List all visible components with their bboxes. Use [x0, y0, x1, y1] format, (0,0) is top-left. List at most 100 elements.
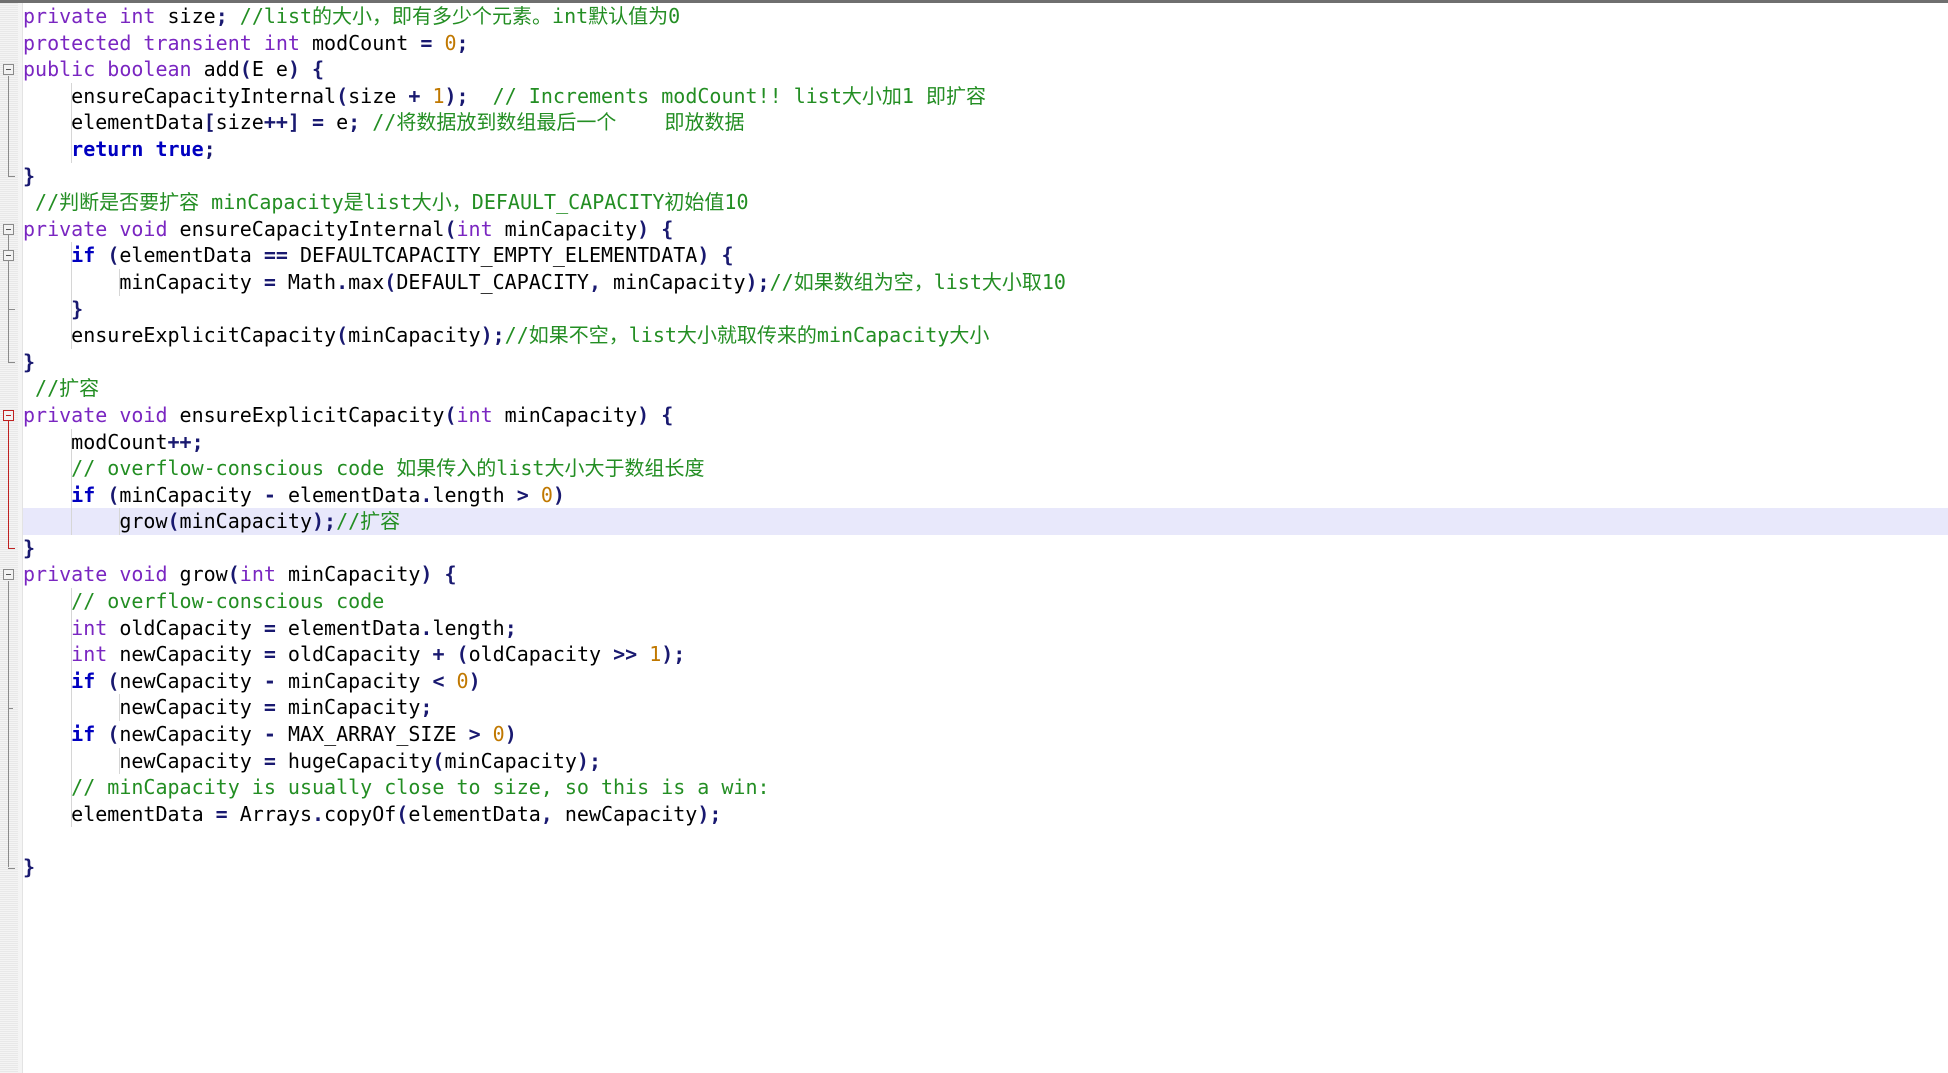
code-token-id [529, 483, 541, 507]
code-token-kw: void [119, 216, 168, 241]
code-token-id [131, 31, 143, 55]
code-token-kw: private [23, 402, 108, 427]
code-line[interactable]: elementData[size++] = e; //将数据放到数组最后一个 即… [23, 109, 1948, 136]
code-line[interactable] [23, 827, 1948, 854]
code-token-pn: = [263, 615, 276, 640]
code-token-pn: ); [697, 801, 722, 826]
code-token-pn: > [516, 482, 529, 507]
code-token-cm: //扩容 [23, 376, 100, 401]
code-token-id [107, 403, 119, 427]
code-token-kw: private [23, 562, 108, 587]
code-token-id: grow [167, 562, 228, 587]
code-line[interactable]: //判断是否要扩容 minCapacity是list大小，DEFAULT_CAP… [23, 189, 1948, 216]
code-token-id: Math [275, 269, 337, 294]
code-token-pn: ) [552, 482, 565, 507]
code-token-pn: ( [107, 482, 120, 507]
code-line[interactable]: private void ensureExplicitCapacity(int … [23, 402, 1948, 429]
code-token-id [444, 642, 456, 666]
code-content-area[interactable]: private int size; //list的大小，即有多少个元素。int默… [0, 3, 1948, 1073]
code-line[interactable]: newCapacity = minCapacity; [23, 694, 1948, 722]
code-token-id: elementData [23, 110, 204, 135]
code-token-id: minCapacity [179, 509, 312, 534]
code-token-id [23, 722, 71, 746]
code-line[interactable]: private void grow(int minCapacity) { [23, 561, 1948, 588]
code-line[interactable]: minCapacity = Math.max(DEFAULT_CAPACITY,… [23, 268, 1948, 296]
code-token-cm: // minCapacity is usually close to size,… [71, 775, 770, 800]
code-line[interactable]: } [23, 535, 1948, 562]
code-token-id: elementData [408, 801, 541, 826]
code-token-kw: transient [143, 30, 252, 55]
code-line[interactable]: ensureCapacityInternal(size + 1); // Inc… [23, 82, 1948, 110]
editor-gutter[interactable] [0, 3, 19, 1073]
code-line[interactable]: newCapacity = hugeCapacity(minCapacity); [23, 747, 1948, 775]
code-line[interactable]: int oldCapacity = elementData.length; [23, 614, 1948, 642]
code-line[interactable]: public boolean add(E e) { [23, 56, 1948, 83]
code-token-pn: + [432, 642, 445, 667]
code-token-num: 1 [432, 83, 445, 108]
indent-guide [71, 268, 73, 296]
code-line[interactable]: } [23, 854, 1948, 881]
code-line[interactable]: elementData = Arrays.copyOf(elementData,… [23, 800, 1948, 828]
code-line[interactable]: if (newCapacity - minCapacity < 0) [23, 667, 1948, 695]
code-line[interactable]: modCount++; [23, 428, 1948, 456]
code-token-kw: void [119, 562, 168, 587]
code-token-id: add [191, 57, 240, 82]
code-line[interactable]: if (newCapacity - MAX_ARRAY_SIZE > 0) [23, 721, 1948, 748]
code-token-pn: , [588, 269, 602, 294]
code-token-brace: } [71, 296, 84, 321]
code-token-pn: > [468, 722, 481, 747]
indent-guide [71, 721, 73, 748]
code-editor[interactable]: private int size; //list的大小，即有多少个元素。int默… [0, 0, 1948, 1073]
code-token-cm: // overflow-conscious code 如果传入的list大小大于… [71, 456, 705, 481]
code-line[interactable]: protected transient int modCount = 0; [23, 30, 1948, 57]
indent-guide [119, 508, 121, 535]
code-token-id [23, 775, 71, 799]
code-line[interactable]: // minCapacity is usually close to size,… [23, 774, 1948, 801]
indent-guide [71, 588, 73, 615]
code-line[interactable]: int newCapacity = oldCapacity + (oldCapa… [23, 641, 1948, 668]
code-token-kw: public [23, 57, 96, 82]
code-token-pn: ++] [263, 110, 300, 135]
code-token-pn: ; [215, 4, 228, 28]
code-line[interactable]: // overflow-conscious code [23, 588, 1948, 615]
code-token-pn: - [263, 668, 276, 693]
code-token-kw: private [23, 216, 108, 241]
code-token-num: 0 [492, 722, 505, 747]
code-line[interactable]: ensureExplicitCapacity(minCapacity);//如果… [23, 322, 1948, 349]
indent-guide [119, 694, 121, 722]
code-token-kwb: if [71, 243, 96, 268]
code-token-num: 0 [456, 668, 469, 693]
code-token-cm: // Increments modCount!! list大小加1 即扩容 [492, 83, 986, 108]
code-line[interactable]: } [23, 163, 1948, 190]
code-token-id [23, 589, 71, 613]
code-token-pn: ); [444, 83, 469, 108]
code-line[interactable]: //扩容 [23, 375, 1948, 402]
code-token-pn: ) { [420, 562, 457, 587]
indent-guide [71, 295, 73, 323]
code-line[interactable]: return true; [23, 135, 1948, 163]
indent-guide [71, 481, 73, 509]
code-token-cm: //如果数组为空，list大小取10 [769, 269, 1066, 294]
code-token-id [23, 297, 71, 321]
code-token-id: oldCapacity [107, 615, 264, 640]
code-token-cm: //判断是否要扩容 minCapacity是list大小，DEFAULT_CAP… [23, 190, 749, 215]
code-line[interactable]: } [23, 349, 1948, 376]
code-line[interactable]: private void ensureCapacityInternal(int … [23, 216, 1948, 243]
code-line[interactable]: private int size; //list的大小，即有多少个元素。int默… [23, 3, 1948, 30]
code-token-id: minCapacity [348, 323, 481, 348]
code-line[interactable]: if (elementData == DEFAULTCAPACITY_EMPTY… [23, 242, 1948, 269]
code-token-id: size [155, 4, 216, 28]
code-line[interactable]: } [23, 295, 1948, 323]
code-token-pn: ) [468, 668, 481, 693]
code-token-pn: ( [107, 243, 120, 268]
code-token-pn: - [263, 722, 276, 747]
code-line[interactable]: if (minCapacity - elementData.length > 0… [23, 481, 1948, 509]
code-token-id: newCapacity [552, 801, 698, 826]
code-token-id: minCapacity [601, 269, 746, 294]
code-token-pn: ; [203, 136, 216, 161]
code-token-pn: ; [456, 30, 469, 55]
code-token-kw: int [456, 402, 493, 427]
code-token-pn: - [263, 482, 276, 507]
code-line[interactable]: // overflow-conscious code 如果传入的list大小大于… [23, 455, 1948, 482]
code-line-current[interactable]: grow(minCapacity);//扩容 [0, 508, 1948, 535]
